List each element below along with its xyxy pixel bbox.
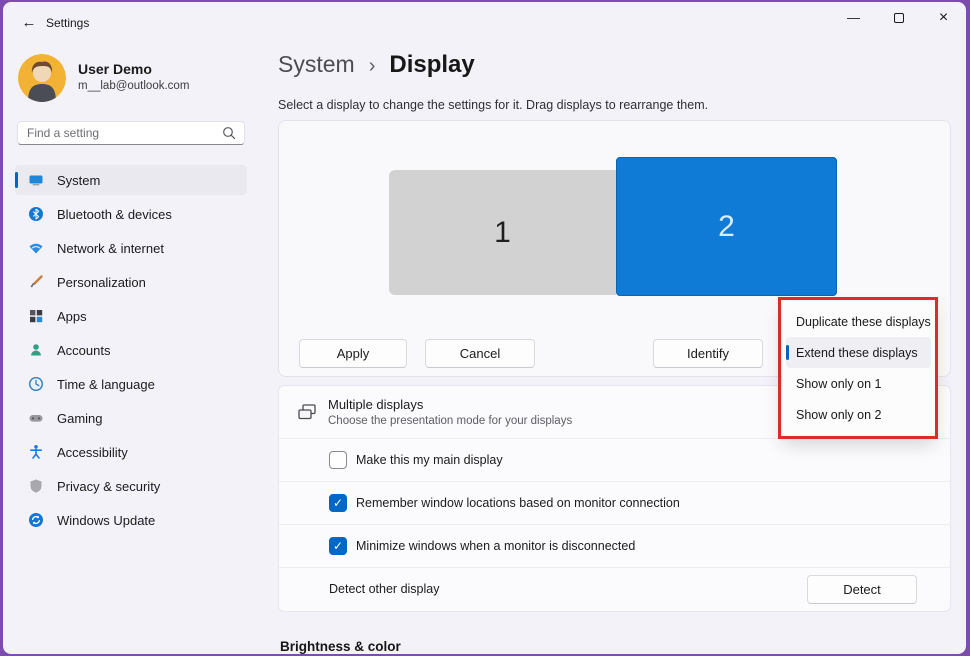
time-language-icon <box>28 376 44 392</box>
sidebar-item-bluetooth-devices[interactable]: Bluetooth & devices <box>15 199 247 229</box>
sidebar-item-windows-update[interactable]: Windows Update <box>15 505 247 535</box>
close-icon[interactable]: × <box>921 2 966 33</box>
minimize-windows-label: Minimize windows when a monitor is disco… <box>356 539 635 553</box>
sidebar-item-label: Time & language <box>57 377 155 392</box>
remember-locations-row: ✓ Remember window locations based on mon… <box>279 482 950 525</box>
gaming-icon <box>28 410 44 426</box>
dropdown-item-duplicate[interactable]: Duplicate these displays <box>786 306 931 337</box>
main-display-label: Make this my main display <box>356 453 503 467</box>
breadcrumb: System › Display <box>278 51 475 79</box>
identify-button[interactable]: Identify <box>653 339 763 368</box>
search-input[interactable] <box>27 122 212 144</box>
magnifier-icon[interactable] <box>222 126 236 145</box>
maximize-icon[interactable] <box>876 2 921 33</box>
titlebar: ← Settings — × <box>3 2 966 42</box>
settings-window: ← Settings — × User Demo m__lab@outlook.… <box>3 2 966 654</box>
display-mode-dropdown: Duplicate these displays Extend these di… <box>782 301 935 437</box>
personalization-icon <box>28 274 44 290</box>
multiple-displays-icon <box>296 401 318 428</box>
sidebar-item-label: Accessibility <box>57 445 128 460</box>
sidebar-item-label: Personalization <box>57 275 146 290</box>
apps-icon <box>28 308 44 324</box>
dropdown-item-show-only-1[interactable]: Show only on 1 <box>786 368 931 399</box>
back-icon[interactable]: ← <box>16 11 42 33</box>
windows-update-icon <box>28 512 44 528</box>
check-icon: ✓ <box>333 539 343 553</box>
user-email: m__lab@outlook.com <box>78 80 189 92</box>
cancel-button[interactable]: Cancel <box>425 339 535 368</box>
avatar <box>18 54 66 102</box>
brightness-color-heading: Brightness & color <box>280 639 401 654</box>
sidebar-item-apps[interactable]: Apps <box>15 301 247 331</box>
page-title: Display <box>389 51 474 79</box>
sidebar: User Demo m__lab@outlook.com System Blue… <box>15 50 247 539</box>
multiple-displays-subtitle: Choose the presentation mode for your di… <box>328 415 572 427</box>
window-title: Settings <box>46 16 89 30</box>
search-box <box>17 121 245 145</box>
check-icon: ✓ <box>333 496 343 510</box>
dropdown-item-extend[interactable]: Extend these displays <box>786 337 931 368</box>
sidebar-item-label: Network & internet <box>57 241 164 256</box>
sidebar-item-label: Windows Update <box>57 513 155 528</box>
sidebar-item-personalization[interactable]: Personalization <box>15 267 247 297</box>
multiple-displays-title: Multiple displays <box>328 397 423 412</box>
breadcrumb-parent[interactable]: System <box>278 51 355 78</box>
sidebar-item-privacy-security[interactable]: Privacy & security <box>15 471 247 501</box>
sidebar-item-accessibility[interactable]: Accessibility <box>15 437 247 467</box>
accounts-icon <box>28 342 44 358</box>
sidebar-item-network-internet[interactable]: Network & internet <box>15 233 247 263</box>
sidebar-item-time-language[interactable]: Time & language <box>15 369 247 399</box>
sidebar-item-label: Gaming <box>57 411 103 426</box>
detect-display-row: Detect other display Detect <box>279 568 950 611</box>
monitor-2[interactable]: 2 <box>616 157 837 296</box>
sidebar-item-accounts[interactable]: Accounts <box>15 335 247 365</box>
sidebar-nav: System Bluetooth & devices Network & int… <box>15 165 247 535</box>
monitor-1[interactable]: 1 <box>389 170 616 295</box>
apply-button[interactable]: Apply <box>299 339 407 368</box>
sidebar-item-label: System <box>57 173 100 188</box>
detect-button[interactable]: Detect <box>807 575 917 604</box>
minimize-windows-checkbox[interactable]: ✓ <box>329 537 347 555</box>
detect-display-label: Detect other display <box>329 582 439 596</box>
system-icon <box>28 172 44 188</box>
user-name: User Demo <box>78 61 152 77</box>
minimize-windows-row: ✓ Minimize windows when a monitor is dis… <box>279 525 950 568</box>
sidebar-item-system[interactable]: System <box>15 165 247 195</box>
minimize-icon[interactable]: — <box>831 2 876 33</box>
privacy-icon <box>28 478 44 494</box>
remember-locations-checkbox[interactable]: ✓ <box>329 494 347 512</box>
network-icon <box>28 240 44 256</box>
page-subtitle: Select a display to change the settings … <box>278 98 708 112</box>
user-profile[interactable]: User Demo m__lab@outlook.com <box>15 50 247 108</box>
bluetooth-icon <box>28 206 44 222</box>
window-controls: — × <box>831 2 966 33</box>
dropdown-item-show-only-2[interactable]: Show only on 2 <box>786 399 931 430</box>
sidebar-item-label: Privacy & security <box>57 479 160 494</box>
sidebar-item-gaming[interactable]: Gaming <box>15 403 247 433</box>
main-display-checkbox[interactable]: ✓ <box>329 451 347 469</box>
accessibility-icon <box>28 444 44 460</box>
sidebar-item-label: Apps <box>57 309 87 324</box>
main-display-row: ✓ Make this my main display <box>279 439 950 482</box>
remember-locations-label: Remember window locations based on monit… <box>356 496 680 510</box>
maximize-glyph <box>894 13 904 23</box>
sidebar-item-label: Bluetooth & devices <box>57 207 172 222</box>
breadcrumb-separator: › <box>369 55 376 78</box>
sidebar-item-label: Accounts <box>57 343 110 358</box>
